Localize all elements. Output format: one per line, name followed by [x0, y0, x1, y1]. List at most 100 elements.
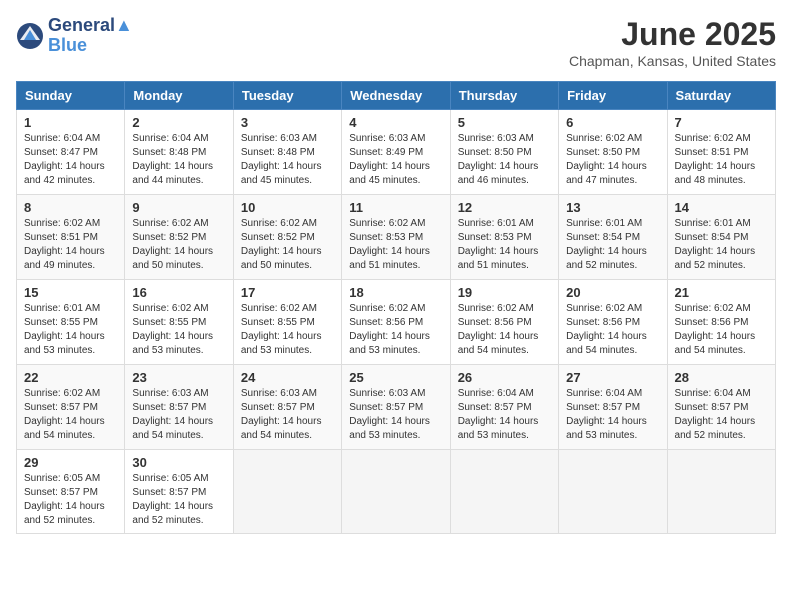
table-row: 29 Sunrise: 6:05 AM Sunset: 8:57 PM Dayl… — [17, 450, 125, 534]
table-row: 23 Sunrise: 6:03 AM Sunset: 8:57 PM Dayl… — [125, 365, 233, 450]
table-row: 8 Sunrise: 6:02 AM Sunset: 8:51 PM Dayli… — [17, 195, 125, 280]
day-info: Sunrise: 6:04 AM Sunset: 8:57 PM Dayligh… — [458, 387, 551, 443]
day-number: 29 — [24, 455, 117, 470]
day-info: Sunrise: 6:02 AM Sunset: 8:56 PM Dayligh… — [349, 302, 442, 358]
day-number: 9 — [132, 200, 225, 215]
day-info: Sunrise: 6:04 AM Sunset: 8:57 PM Dayligh… — [675, 387, 768, 443]
day-number: 12 — [458, 200, 551, 215]
table-row: 19 Sunrise: 6:02 AM Sunset: 8:56 PM Dayl… — [450, 280, 558, 365]
day-number: 20 — [566, 285, 659, 300]
table-row: 5 Sunrise: 6:03 AM Sunset: 8:50 PM Dayli… — [450, 110, 558, 195]
col-sunday: Sunday — [17, 82, 125, 110]
table-row: 12 Sunrise: 6:01 AM Sunset: 8:53 PM Dayl… — [450, 195, 558, 280]
day-info: Sunrise: 6:02 AM Sunset: 8:53 PM Dayligh… — [349, 217, 442, 273]
table-row: 21 Sunrise: 6:02 AM Sunset: 8:56 PM Dayl… — [667, 280, 775, 365]
day-number: 25 — [349, 370, 442, 385]
table-row: 3 Sunrise: 6:03 AM Sunset: 8:48 PM Dayli… — [233, 110, 341, 195]
table-row: 11 Sunrise: 6:02 AM Sunset: 8:53 PM Dayl… — [342, 195, 450, 280]
day-number: 16 — [132, 285, 225, 300]
table-row: 1 Sunrise: 6:04 AM Sunset: 8:47 PM Dayli… — [17, 110, 125, 195]
day-info: Sunrise: 6:05 AM Sunset: 8:57 PM Dayligh… — [132, 472, 225, 528]
day-info: Sunrise: 6:02 AM Sunset: 8:52 PM Dayligh… — [241, 217, 334, 273]
day-info: Sunrise: 6:01 AM Sunset: 8:53 PM Dayligh… — [458, 217, 551, 273]
day-number: 30 — [132, 455, 225, 470]
day-number: 23 — [132, 370, 225, 385]
col-wednesday: Wednesday — [342, 82, 450, 110]
col-monday: Monday — [125, 82, 233, 110]
day-info: Sunrise: 6:03 AM Sunset: 8:48 PM Dayligh… — [241, 132, 334, 188]
table-row: 30 Sunrise: 6:05 AM Sunset: 8:57 PM Dayl… — [125, 450, 233, 534]
table-row: 17 Sunrise: 6:02 AM Sunset: 8:55 PM Dayl… — [233, 280, 341, 365]
month-title: June 2025 — [569, 16, 776, 53]
header-row: Sunday Monday Tuesday Wednesday Thursday… — [17, 82, 776, 110]
table-row: 24 Sunrise: 6:03 AM Sunset: 8:57 PM Dayl… — [233, 365, 341, 450]
day-info: Sunrise: 6:03 AM Sunset: 8:57 PM Dayligh… — [132, 387, 225, 443]
logo: General▲ Blue — [16, 16, 133, 56]
table-row — [233, 450, 341, 534]
day-info: Sunrise: 6:03 AM Sunset: 8:57 PM Dayligh… — [241, 387, 334, 443]
col-tuesday: Tuesday — [233, 82, 341, 110]
day-number: 27 — [566, 370, 659, 385]
day-number: 5 — [458, 115, 551, 130]
day-info: Sunrise: 6:02 AM Sunset: 8:55 PM Dayligh… — [241, 302, 334, 358]
day-info: Sunrise: 6:01 AM Sunset: 8:54 PM Dayligh… — [566, 217, 659, 273]
day-info: Sunrise: 6:02 AM Sunset: 8:56 PM Dayligh… — [675, 302, 768, 358]
day-info: Sunrise: 6:05 AM Sunset: 8:57 PM Dayligh… — [24, 472, 117, 528]
day-number: 6 — [566, 115, 659, 130]
table-row: 25 Sunrise: 6:03 AM Sunset: 8:57 PM Dayl… — [342, 365, 450, 450]
table-row: 27 Sunrise: 6:04 AM Sunset: 8:57 PM Dayl… — [559, 365, 667, 450]
day-number: 8 — [24, 200, 117, 215]
location-title: Chapman, Kansas, United States — [569, 53, 776, 69]
day-number: 3 — [241, 115, 334, 130]
day-number: 21 — [675, 285, 768, 300]
day-info: Sunrise: 6:03 AM Sunset: 8:49 PM Dayligh… — [349, 132, 442, 188]
title-block: June 2025 Chapman, Kansas, United States — [569, 16, 776, 69]
day-info: Sunrise: 6:02 AM Sunset: 8:56 PM Dayligh… — [566, 302, 659, 358]
table-row — [342, 450, 450, 534]
day-info: Sunrise: 6:02 AM Sunset: 8:52 PM Dayligh… — [132, 217, 225, 273]
day-number: 24 — [241, 370, 334, 385]
day-info: Sunrise: 6:02 AM Sunset: 8:56 PM Dayligh… — [458, 302, 551, 358]
table-row: 6 Sunrise: 6:02 AM Sunset: 8:50 PM Dayli… — [559, 110, 667, 195]
col-friday: Friday — [559, 82, 667, 110]
day-number: 7 — [675, 115, 768, 130]
logo-text: General▲ Blue — [48, 16, 133, 56]
day-info: Sunrise: 6:04 AM Sunset: 8:57 PM Dayligh… — [566, 387, 659, 443]
day-info: Sunrise: 6:02 AM Sunset: 8:55 PM Dayligh… — [132, 302, 225, 358]
day-info: Sunrise: 6:04 AM Sunset: 8:48 PM Dayligh… — [132, 132, 225, 188]
day-info: Sunrise: 6:02 AM Sunset: 8:51 PM Dayligh… — [675, 132, 768, 188]
day-info: Sunrise: 6:02 AM Sunset: 8:57 PM Dayligh… — [24, 387, 117, 443]
day-number: 4 — [349, 115, 442, 130]
day-number: 19 — [458, 285, 551, 300]
logo-icon — [16, 22, 44, 50]
table-row — [450, 450, 558, 534]
col-saturday: Saturday — [667, 82, 775, 110]
table-row: 7 Sunrise: 6:02 AM Sunset: 8:51 PM Dayli… — [667, 110, 775, 195]
calendar-table: Sunday Monday Tuesday Wednesday Thursday… — [16, 81, 776, 534]
table-row: 15 Sunrise: 6:01 AM Sunset: 8:55 PM Dayl… — [17, 280, 125, 365]
table-row: 10 Sunrise: 6:02 AM Sunset: 8:52 PM Dayl… — [233, 195, 341, 280]
table-row: 14 Sunrise: 6:01 AM Sunset: 8:54 PM Dayl… — [667, 195, 775, 280]
table-row: 28 Sunrise: 6:04 AM Sunset: 8:57 PM Dayl… — [667, 365, 775, 450]
day-number: 10 — [241, 200, 334, 215]
table-row — [559, 450, 667, 534]
table-row: 2 Sunrise: 6:04 AM Sunset: 8:48 PM Dayli… — [125, 110, 233, 195]
table-row: 4 Sunrise: 6:03 AM Sunset: 8:49 PM Dayli… — [342, 110, 450, 195]
day-info: Sunrise: 6:03 AM Sunset: 8:50 PM Dayligh… — [458, 132, 551, 188]
day-number: 1 — [24, 115, 117, 130]
table-row: 16 Sunrise: 6:02 AM Sunset: 8:55 PM Dayl… — [125, 280, 233, 365]
day-info: Sunrise: 6:01 AM Sunset: 8:55 PM Dayligh… — [24, 302, 117, 358]
table-row: 9 Sunrise: 6:02 AM Sunset: 8:52 PM Dayli… — [125, 195, 233, 280]
day-info: Sunrise: 6:02 AM Sunset: 8:51 PM Dayligh… — [24, 217, 117, 273]
table-row: 18 Sunrise: 6:02 AM Sunset: 8:56 PM Dayl… — [342, 280, 450, 365]
day-number: 26 — [458, 370, 551, 385]
table-row: 22 Sunrise: 6:02 AM Sunset: 8:57 PM Dayl… — [17, 365, 125, 450]
day-number: 22 — [24, 370, 117, 385]
day-number: 17 — [241, 285, 334, 300]
table-row: 26 Sunrise: 6:04 AM Sunset: 8:57 PM Dayl… — [450, 365, 558, 450]
col-thursday: Thursday — [450, 82, 558, 110]
day-number: 14 — [675, 200, 768, 215]
day-info: Sunrise: 6:03 AM Sunset: 8:57 PM Dayligh… — [349, 387, 442, 443]
day-number: 11 — [349, 200, 442, 215]
day-number: 18 — [349, 285, 442, 300]
